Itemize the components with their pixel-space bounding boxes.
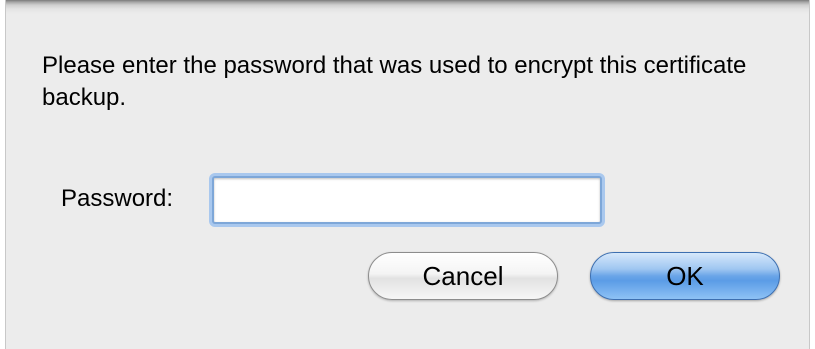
- ok-button[interactable]: OK: [590, 252, 780, 300]
- title-shadow: [6, 0, 809, 14]
- password-dialog: Please enter the password that was used …: [5, 0, 810, 349]
- password-input[interactable]: [212, 176, 602, 224]
- cancel-button[interactable]: Cancel: [368, 252, 558, 300]
- password-label: Password:: [61, 185, 174, 212]
- dialog-message: Please enter the password that was used …: [42, 52, 747, 111]
